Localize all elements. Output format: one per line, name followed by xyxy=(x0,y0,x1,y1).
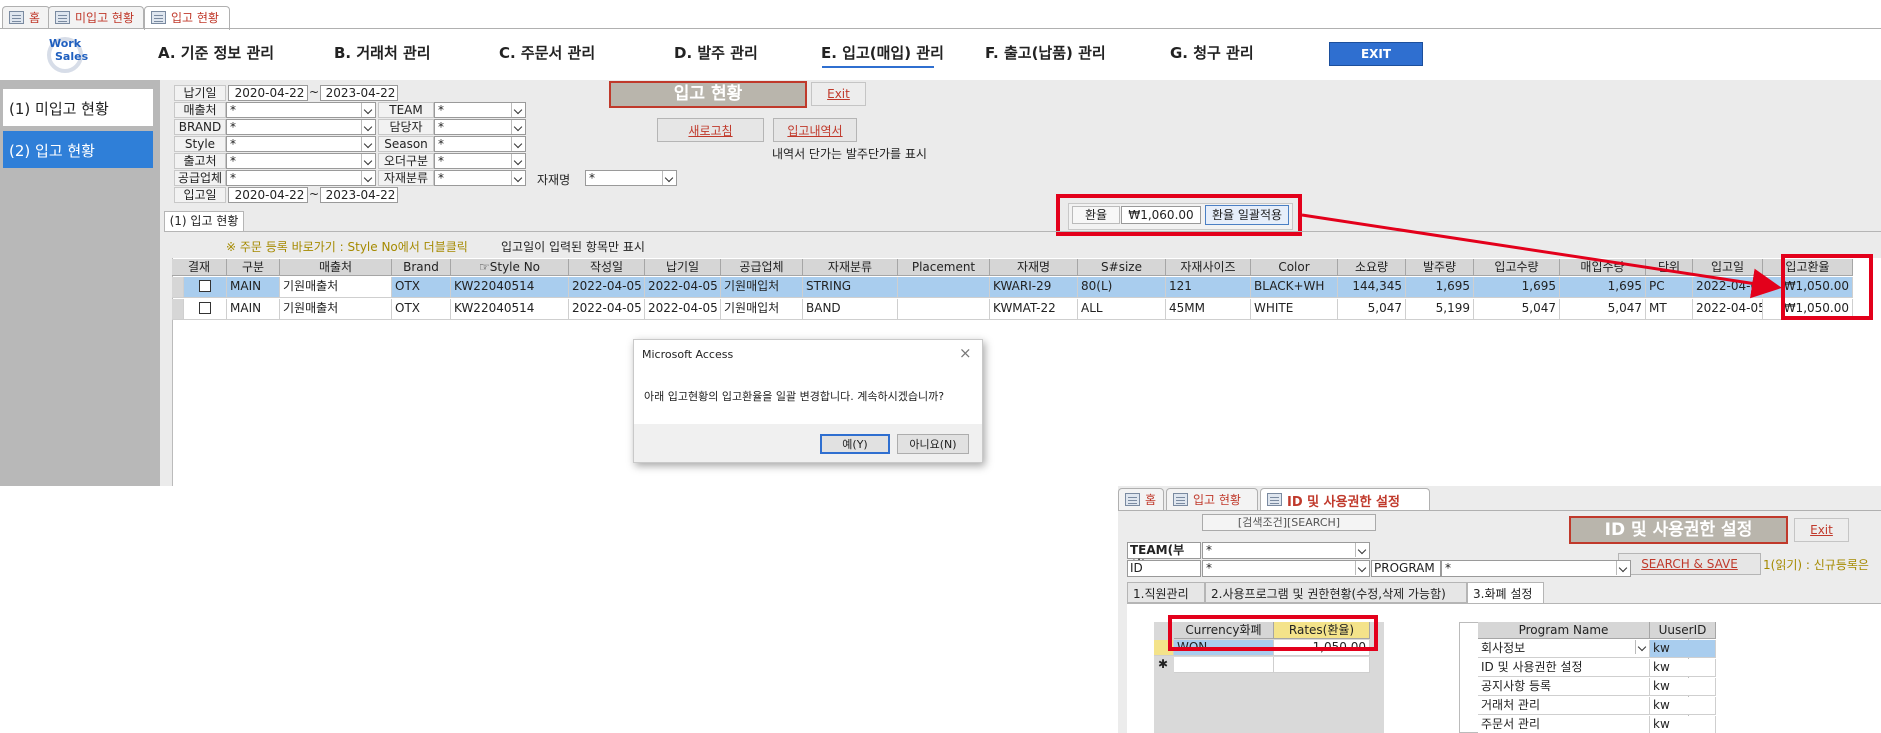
id-permission-window: 홈 입고 현황 ID 및 사용권한 설정 [검색조건][SEARCH] ID 및… xyxy=(1118,486,1881,733)
tab-home[interactable]: 홈 xyxy=(1118,488,1164,510)
user-id-cell[interactable]: kw xyxy=(1650,678,1716,696)
dialog-message: 아래 입고현황의 입고환율을 일괄 변경합니다. 계속하시겠습니까? xyxy=(644,390,945,403)
dialog-yes-button[interactable]: 예(Y) xyxy=(820,434,890,454)
tab-label: ID 및 사용권한 설정 xyxy=(1287,495,1400,510)
tab-label: 입고 현황 xyxy=(1193,493,1241,507)
tab-strip-line xyxy=(1118,510,1881,511)
program-header-userid: UuserID xyxy=(1650,622,1716,639)
search-save-button[interactable]: SEARCH & SAVE xyxy=(1618,553,1761,575)
user-id-cell[interactable]: kw xyxy=(1650,697,1716,715)
panel2-title: ID 및 사용권한 설정 xyxy=(1569,516,1788,544)
subtab-currency[interactable]: 3.화폐 설정 xyxy=(1467,582,1544,603)
program-name-cell[interactable]: ID 및 사용권한 설정 xyxy=(1478,659,1650,677)
form-icon xyxy=(1267,493,1282,506)
program-name-cell[interactable]: 주문서 관리 xyxy=(1478,716,1650,733)
chevron-down-icon[interactable] xyxy=(1355,561,1369,575)
dialog-no-button[interactable]: 아니요(N) xyxy=(897,434,969,454)
currency-annotation-box xyxy=(1168,615,1378,651)
tab-id-permission[interactable]: ID 및 사용권한 설정 xyxy=(1260,488,1430,510)
id-label: ID xyxy=(1127,560,1201,577)
confirm-dialog: Microsoft Access × 아래 입고현황의 입고환율을 일괄 변경합… xyxy=(633,339,983,463)
select-value: * xyxy=(1206,561,1212,575)
user-id-cell[interactable]: kw xyxy=(1650,716,1716,733)
tab-received-status[interactable]: 입고 현황 xyxy=(1166,488,1258,510)
team-dept-select[interactable]: * xyxy=(1202,542,1370,559)
subtab-staff[interactable]: 1.직원관리 xyxy=(1127,582,1205,603)
program-select[interactable]: * xyxy=(1441,560,1631,577)
form-icon xyxy=(1173,493,1188,506)
team-dept-label: TEAM(부서) xyxy=(1127,542,1201,572)
form-icon xyxy=(1125,493,1140,506)
user-id-cell[interactable]: kw xyxy=(1650,659,1716,677)
select-value: * xyxy=(1206,543,1212,557)
dialog-title: Microsoft Access xyxy=(642,348,734,361)
currency-new-cell[interactable] xyxy=(1174,657,1274,673)
tab-label: 홈 xyxy=(1145,493,1157,507)
close-icon[interactable]: × xyxy=(959,344,972,362)
chevron-down-icon[interactable] xyxy=(1616,561,1630,575)
program-name-cell[interactable]: 공지사항 등록 xyxy=(1478,678,1650,696)
search-condition-box: [검색조건][SEARCH] xyxy=(1202,514,1376,531)
select-value: * xyxy=(1445,561,1451,575)
id-select[interactable]: * xyxy=(1202,560,1370,577)
program-name-cell[interactable]: 거래처 관리 xyxy=(1478,697,1650,715)
user-id-cell[interactable]: kw xyxy=(1650,640,1716,658)
program-name-cell[interactable]: 회사정보 xyxy=(1478,640,1650,658)
chevron-down-icon[interactable] xyxy=(1635,640,1649,654)
rate-new-cell[interactable] xyxy=(1274,657,1370,673)
program-header-name: Program Name xyxy=(1478,622,1650,639)
panel2-exit-link[interactable]: Exit xyxy=(1794,518,1849,542)
subtab-programs-permissions[interactable]: 2.사용프로그램 및 권한현황(수정,삭제 가능함) xyxy=(1205,582,1467,603)
chevron-down-icon[interactable] xyxy=(1355,543,1369,557)
new-record-icon: ✱ xyxy=(1158,657,1169,671)
program-label: PROGRAM xyxy=(1371,560,1441,577)
permission-note: 1(읽기) : 신규등록은 xyxy=(1763,558,1869,572)
